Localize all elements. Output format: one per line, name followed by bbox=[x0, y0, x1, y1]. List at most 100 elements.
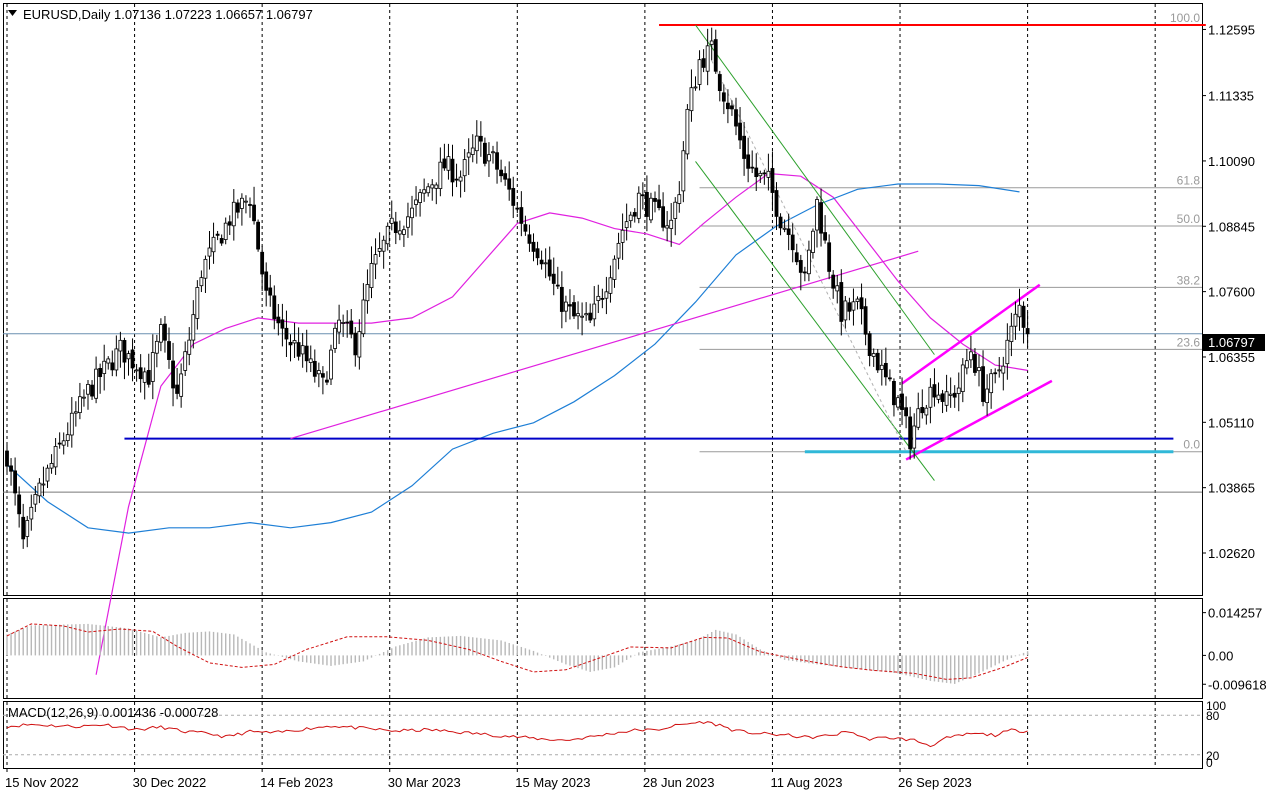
candle-body bbox=[539, 259, 544, 265]
candle-body bbox=[811, 230, 815, 253]
candle-body bbox=[49, 463, 54, 469]
fib-level-label: 38.2 bbox=[1177, 273, 1201, 287]
candle-body bbox=[345, 321, 350, 324]
candle-body bbox=[547, 259, 552, 277]
candle-body bbox=[543, 262, 548, 265]
candle-body bbox=[462, 159, 467, 177]
candle-body bbox=[235, 202, 240, 213]
candle-body bbox=[701, 58, 706, 68]
candle-body bbox=[442, 158, 447, 169]
candle-body bbox=[503, 173, 508, 180]
candle-body bbox=[908, 416, 913, 450]
x-tick-label: 30 Dec 2022 bbox=[133, 775, 207, 790]
candle-body bbox=[21, 516, 26, 540]
candle-body bbox=[292, 340, 297, 344]
candle-body bbox=[393, 221, 398, 234]
candle-body bbox=[572, 302, 576, 317]
candle-body bbox=[726, 102, 730, 110]
candle-body bbox=[438, 161, 443, 189]
candle-body bbox=[713, 39, 718, 72]
candle-body bbox=[191, 314, 196, 341]
candle-body bbox=[86, 383, 90, 395]
candle-body bbox=[377, 248, 382, 252]
candle-body bbox=[78, 396, 82, 414]
candle-body bbox=[892, 381, 896, 406]
candle-body bbox=[134, 369, 139, 372]
candle-body bbox=[397, 230, 402, 235]
candle-body bbox=[632, 212, 637, 217]
candle-body bbox=[928, 386, 933, 408]
candle-body bbox=[973, 354, 977, 373]
candle-body bbox=[187, 339, 192, 355]
candle-body bbox=[357, 331, 362, 358]
candle-body bbox=[102, 360, 107, 374]
candle-body bbox=[106, 358, 111, 364]
candle-body bbox=[855, 298, 860, 302]
candle-body bbox=[964, 360, 969, 369]
candle-body bbox=[790, 234, 795, 251]
candle-body bbox=[750, 166, 755, 169]
candle-body bbox=[568, 304, 572, 307]
rsi-title: MACD(12,26,9) 0.001436 -0.000728 bbox=[8, 705, 218, 720]
candle-body bbox=[1025, 328, 1030, 335]
candle-body bbox=[600, 297, 605, 300]
candle-body bbox=[337, 319, 342, 333]
candle-body bbox=[863, 306, 868, 335]
candle-body bbox=[1009, 325, 1014, 343]
candle-body bbox=[288, 341, 293, 346]
candle-body bbox=[612, 258, 617, 280]
x-tick-label: 28 Jun 2023 bbox=[643, 775, 715, 790]
candle-body bbox=[325, 379, 329, 383]
candle-body bbox=[758, 172, 763, 177]
price-tick-label: 1.08845 bbox=[1208, 219, 1255, 234]
price-tick-label: 1.07600 bbox=[1208, 285, 1255, 300]
candle-body bbox=[389, 217, 394, 224]
candle-body bbox=[126, 353, 131, 360]
candle-body bbox=[349, 320, 354, 335]
candle-body bbox=[171, 360, 175, 389]
candle-body bbox=[146, 370, 151, 385]
x-tick-label: 15 May 2023 bbox=[515, 775, 590, 790]
candle-body bbox=[69, 412, 74, 436]
candle-body bbox=[936, 394, 941, 400]
candle-body bbox=[333, 327, 337, 349]
candle-body bbox=[592, 303, 597, 320]
candle-body bbox=[681, 150, 686, 192]
fib-level-label: 50.0 bbox=[1177, 212, 1201, 226]
candle-body bbox=[798, 260, 803, 273]
candle-body bbox=[361, 299, 366, 335]
candle-body bbox=[904, 407, 908, 417]
candle-body bbox=[211, 236, 216, 253]
candle-body bbox=[215, 233, 220, 236]
price-tick-label: 1.03865 bbox=[1208, 481, 1255, 496]
candle-body bbox=[754, 167, 759, 178]
candle-body bbox=[312, 360, 317, 377]
candle-body bbox=[709, 40, 714, 45]
candle-body bbox=[341, 322, 346, 324]
candle-body bbox=[879, 364, 884, 370]
candle-body bbox=[819, 202, 823, 234]
candle-body bbox=[956, 387, 961, 394]
candle-body bbox=[555, 284, 560, 287]
candle-body bbox=[831, 274, 836, 289]
macd-tick-label: -0.009618 bbox=[1208, 677, 1267, 692]
candle-body bbox=[154, 340, 159, 354]
candle-body bbox=[114, 348, 119, 371]
candle-body bbox=[418, 192, 423, 203]
candle-body bbox=[738, 122, 742, 141]
candle-body bbox=[365, 284, 370, 302]
candle-body bbox=[110, 362, 115, 371]
candle-body bbox=[73, 411, 78, 414]
candle-body bbox=[523, 224, 528, 232]
candle-body bbox=[458, 176, 463, 182]
fib-level-label: 61.8 bbox=[1177, 174, 1201, 188]
candle-body bbox=[150, 352, 155, 382]
candle-body bbox=[657, 199, 661, 208]
candle-body bbox=[223, 222, 228, 240]
candle-body bbox=[369, 263, 374, 289]
chart-stage: 100.0 61.8 50.0 38.2 23.6 0.0 15 Nov 2022 30 D… bbox=[0, 0, 1274, 795]
candle-body bbox=[256, 221, 261, 250]
candle-body bbox=[231, 201, 236, 227]
candle-body bbox=[248, 204, 252, 206]
candle-body bbox=[807, 249, 811, 275]
